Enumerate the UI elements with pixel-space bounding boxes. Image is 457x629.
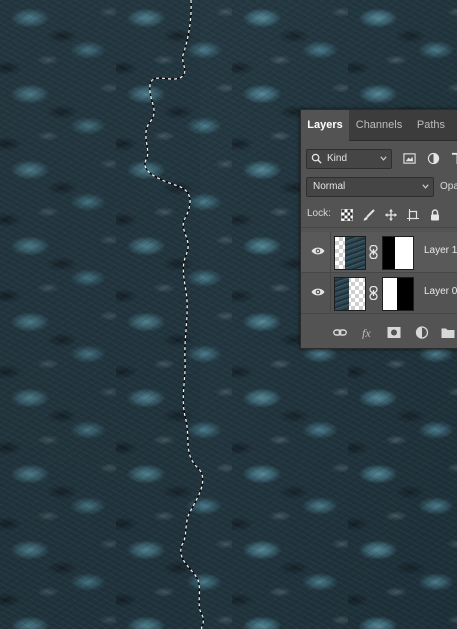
mask-link-chain-icon[interactable] (369, 245, 378, 259)
add-mask-icon[interactable] (387, 326, 401, 339)
lock-all-icon[interactable] (429, 209, 441, 221)
mask-black-area (397, 278, 413, 310)
layer-mask-thumbnail[interactable] (382, 277, 414, 311)
image-filter-icon[interactable] (403, 152, 416, 165)
mask-link-chain-icon[interactable] (369, 286, 378, 300)
lock-transparent-pixels-icon[interactable] (341, 209, 353, 221)
blend-mode-select[interactable]: Normal (306, 177, 434, 197)
adjustment-filter-icon[interactable] (427, 152, 440, 165)
new-group-icon[interactable] (441, 326, 455, 339)
layer-filter-row: Kind (301, 147, 457, 169)
type-filter-icon[interactable] (451, 152, 457, 165)
eye-visibility-icon[interactable] (311, 287, 325, 297)
lock-row: Lock: (301, 205, 457, 228)
layer-name[interactable]: Layer 1 (424, 245, 457, 256)
thumbnail-fabric-area (345, 237, 365, 269)
chevron-down-icon (422, 184, 429, 189)
lock-artboard-icon[interactable] (407, 209, 419, 221)
canvas-shadow-region (0, 0, 200, 629)
mask-black-area (383, 237, 395, 269)
search-icon (311, 153, 322, 164)
panel-tab-bar: Layers Channels Paths (301, 110, 457, 141)
eye-column-divider (330, 232, 331, 272)
adjustment-layer-icon[interactable] (415, 326, 429, 339)
link-layers-icon[interactable] (333, 326, 347, 339)
layer-thumbnail[interactable] (334, 236, 366, 270)
layers-panel: Layers Channels Paths Kind Normal Op Loc… (300, 109, 457, 349)
layer-thumbnail[interactable] (334, 277, 366, 311)
layer-mask-thumbnail[interactable] (382, 236, 414, 270)
filter-kind-label: Kind (327, 153, 348, 164)
layer-row-layer-0[interactable]: Layer 0 (301, 273, 457, 314)
panel-bottom-toolbar: fx (301, 316, 457, 348)
layer-row-layer-1[interactable]: Layer 1 (301, 232, 457, 273)
chevron-down-icon (380, 156, 387, 161)
opacity-label: Opa (440, 181, 457, 192)
blend-mode-row: Normal Opa (301, 177, 457, 199)
svg-text:fx: fx (362, 326, 371, 339)
tab-layers[interactable]: Layers (301, 110, 349, 141)
lock-position-icon[interactable] (385, 209, 397, 221)
eye-column-divider (330, 273, 331, 313)
lock-label: Lock: (307, 208, 331, 219)
layer-name[interactable]: Layer 0 (424, 286, 457, 297)
tab-channels[interactable]: Channels (351, 110, 407, 140)
fx-icon[interactable]: fx (361, 326, 375, 339)
blend-mode-label: Normal (313, 181, 346, 192)
filter-kind-select[interactable]: Kind (306, 149, 392, 169)
lock-image-pixels-icon[interactable] (363, 209, 375, 221)
tab-paths[interactable]: Paths (411, 110, 451, 140)
eye-visibility-icon[interactable] (311, 246, 325, 256)
thumbnail-fabric-area (335, 278, 349, 310)
